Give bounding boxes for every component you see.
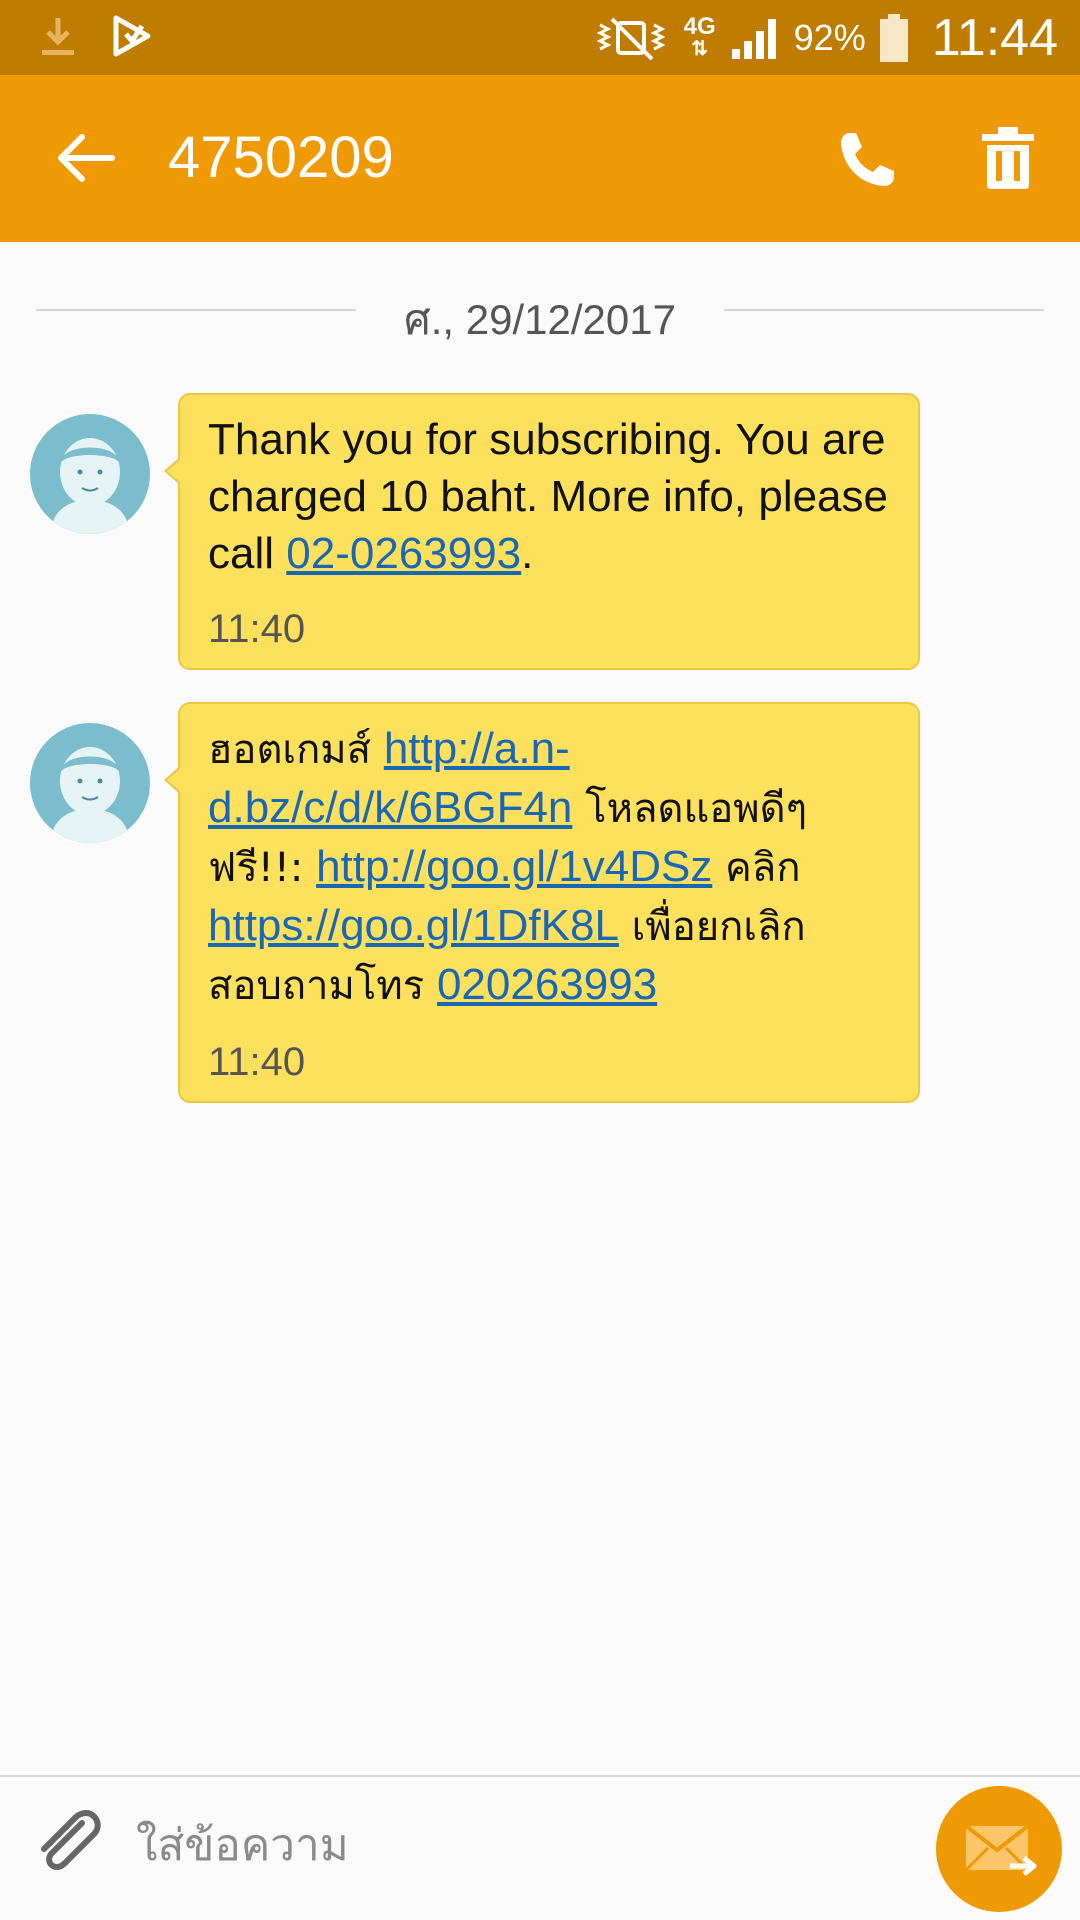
avatar-icon bbox=[50, 747, 130, 843]
status-bar: 4G ⇅ 92% 11:44 bbox=[0, 0, 1080, 75]
message-text-segment: . bbox=[521, 529, 534, 578]
avatar[interactable] bbox=[30, 723, 150, 843]
download-icon bbox=[42, 18, 74, 55]
message-text: ฮอตเกมส์ http://a.n-d.bz/c/d/k/6BGF4n โห… bbox=[208, 720, 892, 1015]
message-text-segment: ฮอตเกมส์ bbox=[208, 727, 384, 773]
battery-icon bbox=[879, 14, 908, 62]
avatar-icon bbox=[50, 438, 130, 534]
play-store-icon bbox=[113, 15, 151, 57]
mute-icon bbox=[596, 17, 665, 61]
url-link[interactable]: http://goo.gl/1v4DSz bbox=[316, 842, 712, 891]
date-label: ศ., 29/12/2017 bbox=[404, 296, 676, 343]
trash-icon[interactable] bbox=[980, 125, 1036, 191]
divider-right bbox=[724, 309, 1044, 311]
message-bubble[interactable]: ฮอตเกมส์ http://a.n-d.bz/c/d/k/6BGF4n โห… bbox=[164, 702, 920, 1103]
url-link[interactable]: https://goo.gl/1DfK8L bbox=[208, 901, 619, 950]
date-separator: ศ., 29/12/2017 bbox=[36, 285, 1044, 343]
app-bar: 4750209 bbox=[0, 75, 1080, 242]
network-type-badge: 4G ⇅ bbox=[683, 13, 716, 61]
send-icon bbox=[964, 1824, 1037, 1876]
status-bar-system: 4G ⇅ 92% 11:44 bbox=[596, 6, 1058, 70]
message-time: 11:40 bbox=[208, 1040, 306, 1084]
battery-percentage: 92% bbox=[793, 17, 866, 58]
phone-link[interactable]: 020263993 bbox=[437, 960, 657, 1009]
composer-divider bbox=[0, 1775, 1080, 1777]
message-bubble[interactable]: Thank you for subscribing. You are charg… bbox=[164, 393, 920, 670]
message-input[interactable] bbox=[136, 1812, 896, 1878]
back-arrow-icon[interactable] bbox=[52, 125, 118, 191]
status-time: 11:44 bbox=[931, 9, 1058, 67]
paperclip-icon[interactable] bbox=[30, 1805, 106, 1881]
signal-icon bbox=[731, 19, 776, 59]
message-text-segment: คลิก bbox=[712, 845, 801, 891]
message-time: 11:40 bbox=[208, 607, 306, 651]
message-text: Thank you for subscribing. You are charg… bbox=[208, 411, 892, 582]
phone-link[interactable]: 02-0263993 bbox=[286, 529, 521, 578]
avatar[interactable] bbox=[30, 414, 150, 534]
conversation-title: 4750209 bbox=[168, 125, 394, 190]
status-bar-notifications bbox=[38, 14, 152, 58]
send-button[interactable] bbox=[936, 1786, 1062, 1912]
phone-icon[interactable] bbox=[836, 127, 900, 191]
